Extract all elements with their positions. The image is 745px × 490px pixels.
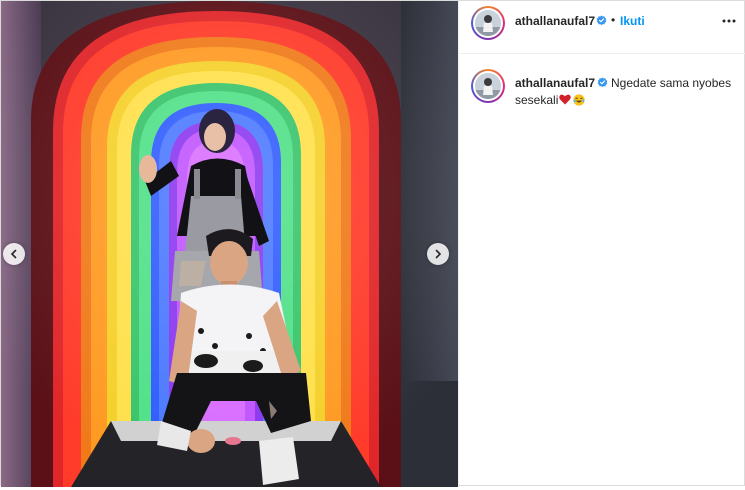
red-heart-emoji-icon [559, 94, 572, 105]
tears-of-joy-emoji-icon [573, 94, 585, 106]
avatar[interactable] [471, 6, 505, 40]
caption-text: Ngedate sama nyobes sesekali [515, 75, 735, 109]
avatar-photo [475, 10, 501, 36]
post-photo[interactable] [1, 1, 458, 487]
caption-avatar[interactable] [471, 69, 505, 103]
photo-rainbow-arch-couple [1, 1, 458, 487]
previous-photo-button[interactable] [3, 243, 25, 265]
chevron-left-icon [10, 249, 17, 259]
caption-body: Ngedate sama nyobes sesekali [515, 76, 732, 107]
post-side-panel: athallanaufal7 • Ikuti athallanaufal7 Ng… [458, 1, 745, 487]
post-header: athallanaufal7 • Ikuti [459, 1, 745, 54]
follow-button[interactable]: Ikuti [620, 14, 645, 28]
separator-dot: • [611, 13, 616, 27]
instagram-post: athallanaufal7 • Ikuti athallanaufal7 Ng… [0, 0, 745, 487]
username-link[interactable]: athallanaufal7 [515, 14, 595, 28]
avatar-photo [475, 73, 501, 99]
more-options-icon[interactable] [721, 13, 737, 29]
verified-badge-icon [596, 15, 607, 26]
next-photo-button[interactable] [427, 243, 449, 265]
chevron-right-icon [435, 249, 442, 259]
